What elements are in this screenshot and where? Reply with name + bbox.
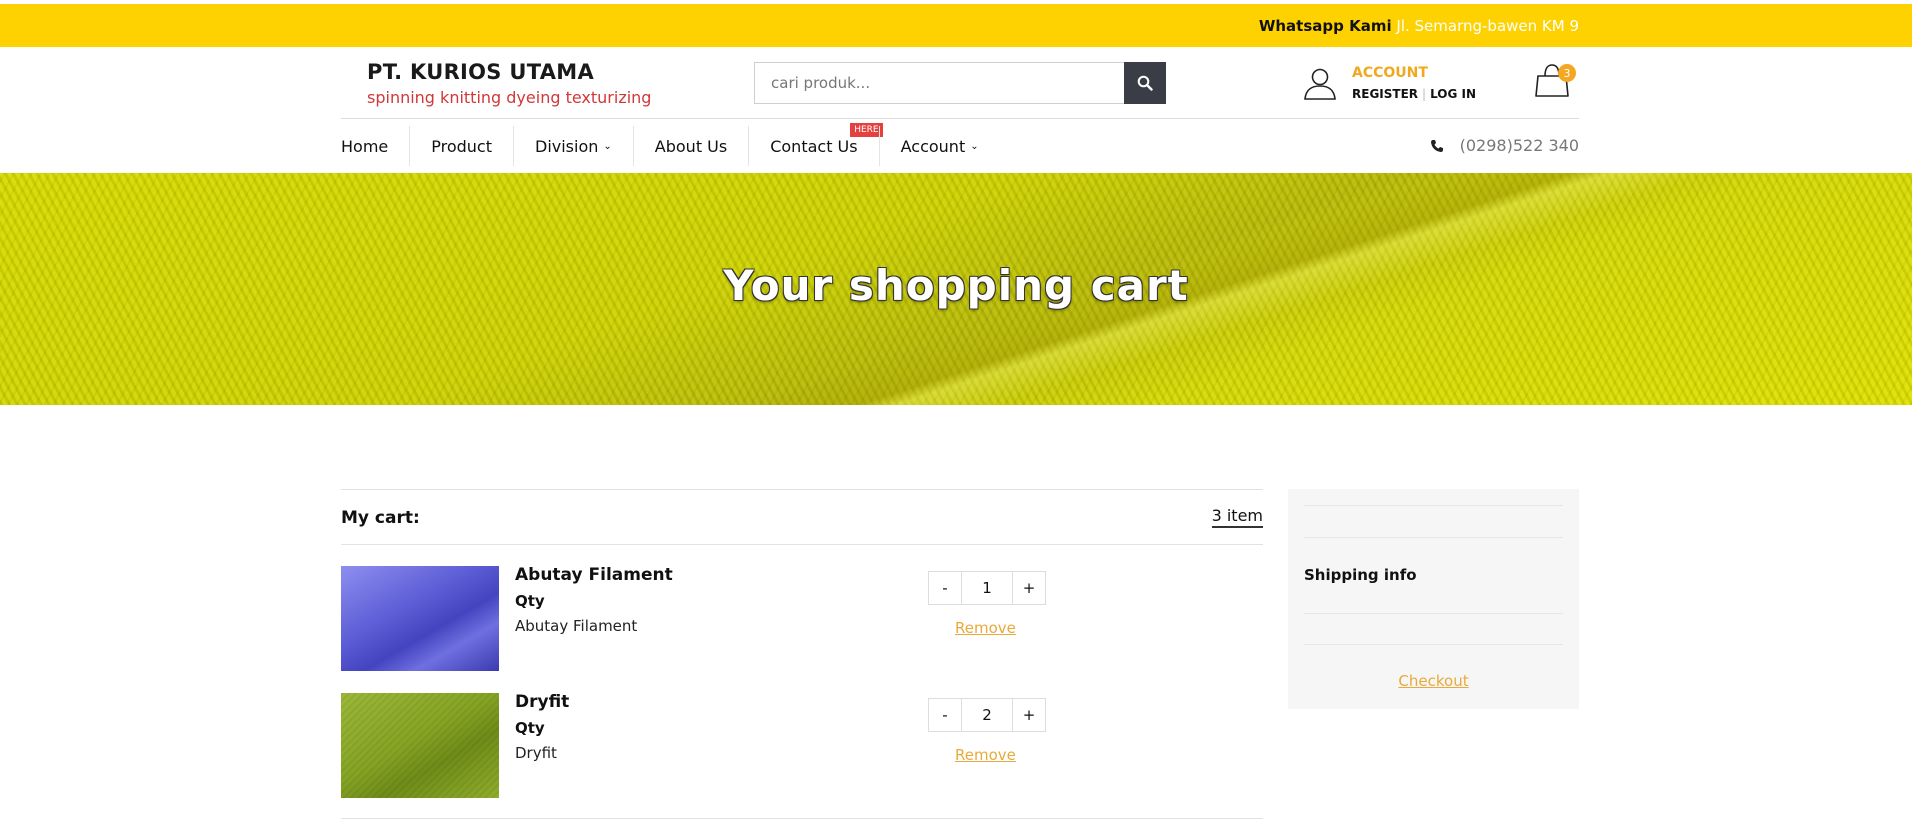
nav-about-label: About Us (654, 136, 728, 156)
increase-button[interactable]: + (1013, 572, 1045, 604)
product-image[interactable] (341, 566, 499, 671)
qty-label: Qty (515, 719, 545, 737)
cart-item-count: 3 item (1211, 506, 1263, 528)
page-title: Your shopping cart (723, 261, 1189, 310)
address-text: Jl. Semarng-bawen KM 9 (1396, 17, 1579, 35)
divider (1304, 644, 1563, 645)
qty-label: Qty (515, 592, 545, 610)
remove-link[interactable]: Remove (955, 619, 1016, 637)
quantity-value[interactable]: 2 (961, 699, 1013, 731)
product-image[interactable] (341, 693, 499, 798)
search-button[interactable] (1124, 62, 1166, 104)
cart-button[interactable]: 3 (1534, 62, 1576, 102)
divider (1304, 537, 1563, 538)
increase-button[interactable]: + (1013, 699, 1045, 731)
search-icon (1137, 75, 1153, 91)
chevron-down-icon: ⌄ (603, 140, 612, 152)
nav-division-label: Division (535, 136, 599, 156)
login-link[interactable]: LOG IN (1430, 87, 1476, 101)
brand-logo[interactable]: PT. KURIOS UTAMA spinning knitting dyein… (367, 60, 651, 107)
checkout-link[interactable]: Checkout (1288, 672, 1579, 690)
phone-number: (0298)522 340 (1459, 136, 1579, 155)
chevron-down-icon: ⌄ (970, 140, 979, 152)
nav-contact-us[interactable]: Contact Us HERE (748, 123, 883, 166)
top-contact-info: Whatsapp Kami Jl. Semarng-bawen KM 9 (1259, 17, 1579, 35)
nav-contact-label: Contact Us (770, 136, 858, 156)
nav-account[interactable]: Account ⌄ (878, 126, 1000, 166)
divider (1304, 505, 1563, 506)
nav-division[interactable]: Division ⌄ (513, 126, 633, 166)
cart-count-badge: 3 (1558, 64, 1576, 82)
quantity-stepper: - 2 + (928, 698, 1046, 732)
account-label[interactable]: ACCOUNT (1352, 65, 1428, 81)
quantity-stepper: - 1 + (928, 571, 1046, 605)
cart-title: My cart: (341, 508, 420, 528)
header-divider (341, 118, 1579, 119)
search-bar (754, 62, 1166, 104)
cart-header: My cart: 3 item (341, 489, 1263, 545)
top-info-bar: Whatsapp Kami Jl. Semarng-bawen KM 9 (0, 4, 1912, 47)
account-links: REGISTER | LOG IN (1352, 87, 1476, 101)
cart-bottom-divider (341, 818, 1263, 819)
brand-name[interactable]: PT. KURIOS UTAMA (367, 60, 651, 84)
quantity-value[interactable]: 1 (961, 572, 1013, 604)
decrease-button[interactable]: - (929, 572, 961, 604)
brand-tagline: spinning knitting dyeing texturizing (367, 88, 652, 107)
main-nav: Home Product Division ⌄ About Us Contact … (341, 123, 1000, 166)
cart-item: Abutay Filament Qty Abutay Filament - 1 … (341, 545, 1263, 672)
phone-contact[interactable]: (0298)522 340 (1430, 136, 1579, 155)
product-description: Dryfit (515, 744, 557, 762)
product-name[interactable]: Dryfit (515, 692, 569, 712)
remove-link[interactable]: Remove (955, 746, 1016, 764)
nav-about-us[interactable]: About Us (632, 126, 748, 166)
product-name[interactable]: Abutay Filament (515, 565, 673, 585)
product-description: Abutay Filament (515, 617, 638, 635)
nav-home-label: Home (341, 136, 389, 156)
shipping-info-label: Shipping info (1304, 566, 1417, 584)
hero-banner: Your shopping cart (0, 173, 1912, 405)
divider (1304, 613, 1563, 614)
nav-home[interactable]: Home (341, 126, 409, 166)
user-icon[interactable] (1302, 65, 1338, 101)
register-link[interactable]: REGISTER (1352, 87, 1418, 101)
nav-account-label: Account (900, 136, 966, 156)
phone-icon (1430, 139, 1443, 152)
cart-summary-panel: Shipping info Checkout (1288, 489, 1579, 709)
cart-list: My cart: 3 item Abutay Filament Qty Abut… (341, 489, 1263, 799)
cart-item: Dryfit Qty Dryfit - 2 + Remove (341, 672, 1263, 799)
separator: | (1422, 87, 1427, 101)
search-input[interactable] (755, 63, 1125, 103)
nav-product-label: Product (431, 136, 492, 156)
decrease-button[interactable]: - (929, 699, 961, 731)
nav-product[interactable]: Product (409, 126, 513, 166)
whatsapp-label[interactable]: Whatsapp Kami (1259, 17, 1392, 35)
